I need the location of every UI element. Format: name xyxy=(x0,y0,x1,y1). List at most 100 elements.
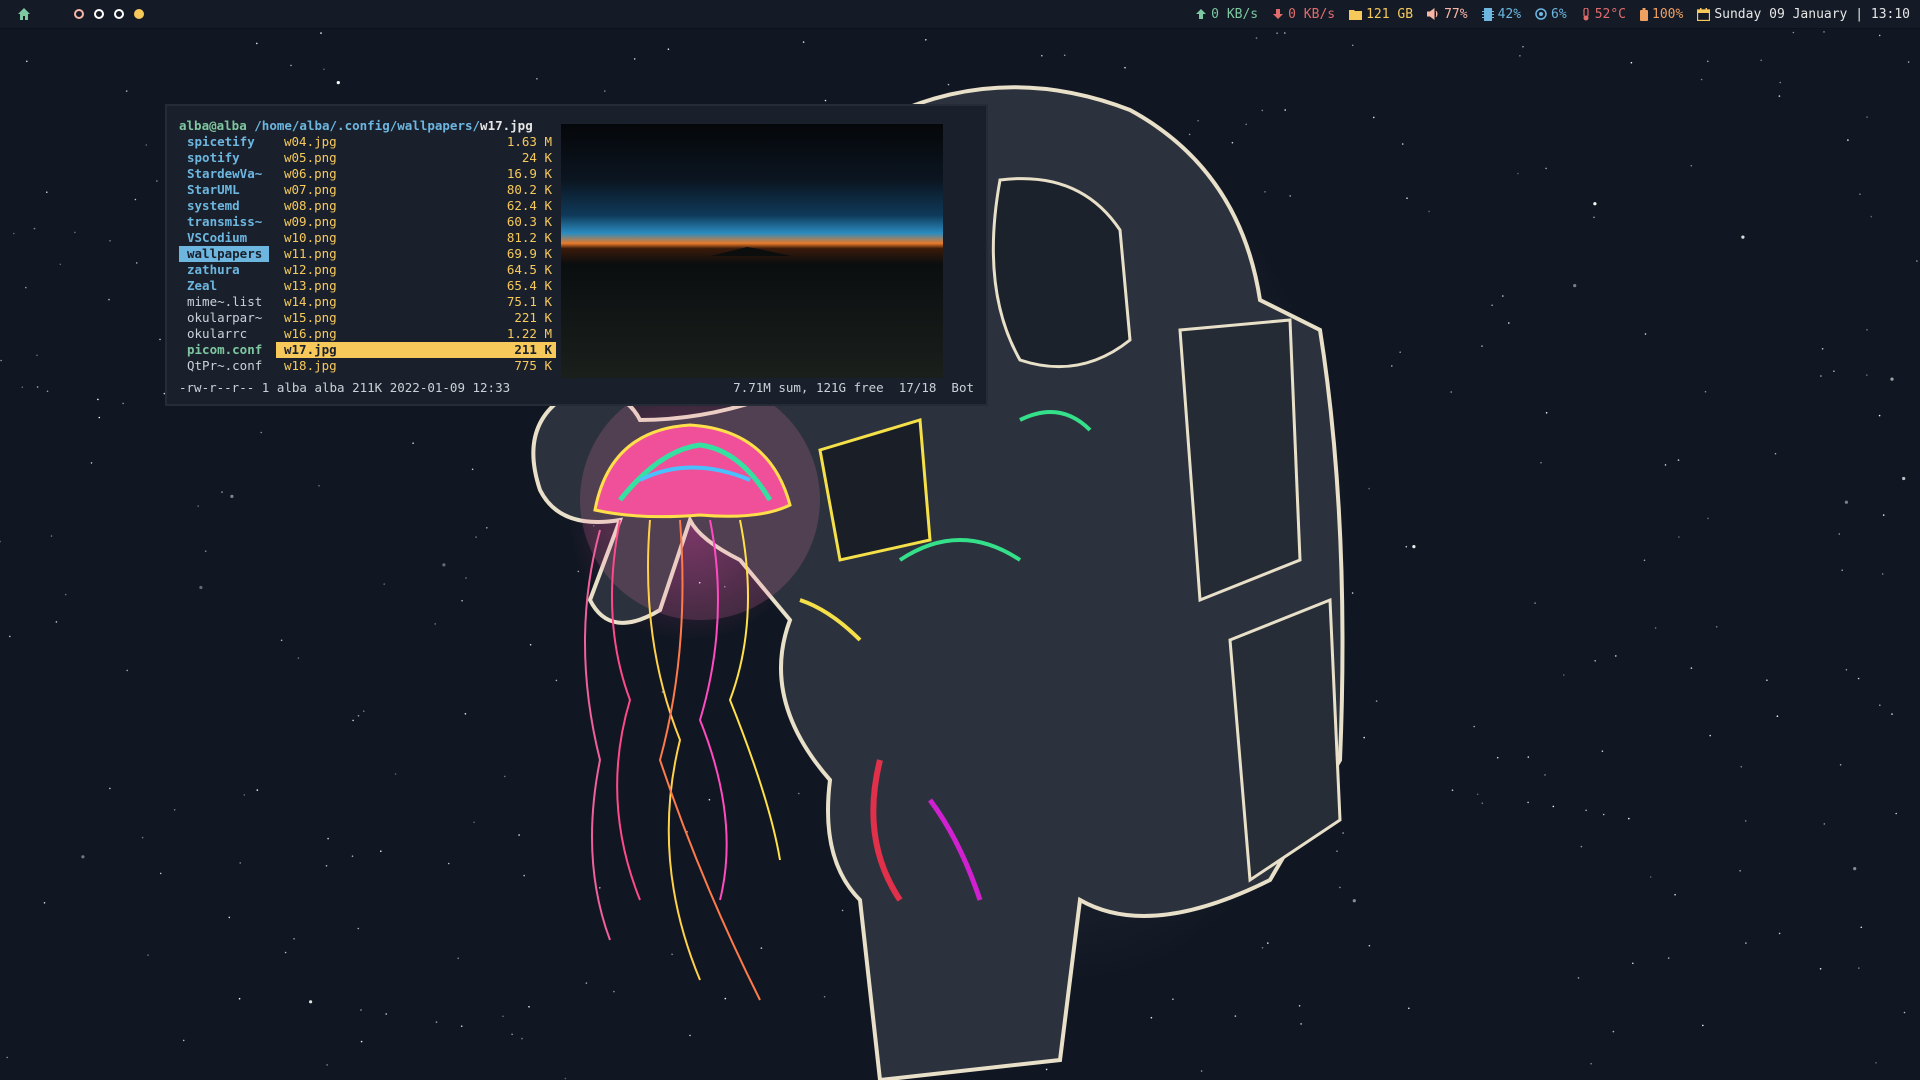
clock[interactable]: Sunday 09 January | 13:10 xyxy=(1697,7,1910,22)
star xyxy=(1375,700,1378,702)
star xyxy=(230,494,234,498)
star xyxy=(383,583,386,585)
file-entry[interactable]: w16.png 1.22 M xyxy=(276,326,556,342)
star xyxy=(1450,391,1452,393)
star xyxy=(555,679,558,682)
dir-entry[interactable]: StardewVa~ xyxy=(179,166,269,182)
star xyxy=(255,42,258,45)
file-entry[interactable]: w17.jpg 211 K xyxy=(276,342,556,358)
star xyxy=(280,639,283,642)
star xyxy=(1792,31,1795,34)
dir-entry[interactable]: spicetify xyxy=(179,134,269,150)
star xyxy=(297,657,300,659)
star xyxy=(1778,932,1781,935)
star xyxy=(1473,725,1475,728)
thermometer-icon xyxy=(1583,7,1589,20)
dir-entry[interactable]: VSCodium xyxy=(179,230,269,246)
star xyxy=(318,484,320,487)
home-icon[interactable] xyxy=(16,6,32,22)
file-name: w06.png xyxy=(284,166,337,181)
workspace-1[interactable] xyxy=(74,9,84,19)
star xyxy=(46,191,48,193)
star xyxy=(239,862,241,864)
star xyxy=(486,527,488,529)
memory-usage: 42% xyxy=(1481,7,1521,22)
file-entry[interactable]: w15.png 221 K xyxy=(276,310,556,326)
file-entry[interactable]: w09.png 60.3 K xyxy=(276,214,556,230)
file-entry[interactable]: w04.jpg 1.63 M xyxy=(276,134,556,150)
star xyxy=(360,1009,362,1011)
star xyxy=(1601,750,1604,752)
star xyxy=(1231,141,1234,144)
star xyxy=(1741,235,1745,239)
dir-entry[interactable]: spotify xyxy=(179,150,269,166)
star xyxy=(667,48,670,50)
dir-entry[interactable]: systemd xyxy=(179,198,269,214)
file-manager-window[interactable]: alba@alba /home/alba/.config/wallpapers/… xyxy=(165,104,988,406)
star xyxy=(1406,197,1408,199)
file-entry[interactable]: w12.png 64.5 K xyxy=(276,262,556,278)
star xyxy=(1255,37,1258,39)
star xyxy=(26,60,28,63)
dir-entry[interactable]: QtPr~.conf xyxy=(179,358,269,374)
file-entry[interactable]: w05.png 24 K xyxy=(276,150,556,166)
file-info: -rw-r--r-- 1 alba alba 211K 2022-01-09 1… xyxy=(179,380,511,395)
dir-entry[interactable]: okularrc xyxy=(179,326,269,342)
star xyxy=(760,947,763,949)
workspace-3[interactable] xyxy=(114,9,124,19)
star xyxy=(147,954,149,956)
star xyxy=(50,535,53,537)
file-entry[interactable]: w18.jpg 775 K xyxy=(276,358,556,374)
file-entry[interactable]: w14.png 75.1 K xyxy=(276,294,556,310)
star xyxy=(521,1037,523,1040)
star xyxy=(671,953,673,956)
dir-entry[interactable]: Zeal xyxy=(179,278,269,294)
star xyxy=(323,68,325,71)
star xyxy=(1481,345,1483,347)
temperature-value: 52°C xyxy=(1594,6,1627,22)
file-entry[interactable]: w11.png 69.9 K xyxy=(276,246,556,262)
star xyxy=(1847,139,1849,141)
file-size: 69.9 K xyxy=(506,246,552,261)
star xyxy=(1502,295,1504,297)
star xyxy=(1339,886,1341,889)
dir-entry[interactable]: okularpar~ xyxy=(179,310,269,326)
file-entry[interactable]: w10.png 81.2 K xyxy=(276,230,556,246)
star xyxy=(1544,774,1546,776)
workspace-4[interactable] xyxy=(134,9,144,19)
star xyxy=(309,1000,313,1004)
star xyxy=(13,232,15,235)
star xyxy=(1508,322,1510,324)
star xyxy=(925,39,927,41)
star xyxy=(708,798,711,801)
file-entry[interactable]: w06.png 16.9 K xyxy=(276,166,556,182)
dir-entry[interactable]: StarUML xyxy=(179,182,269,198)
dir-entry[interactable]: picom.conf xyxy=(179,342,269,358)
dir-entry[interactable]: transmiss~ xyxy=(179,214,269,230)
star xyxy=(823,995,826,998)
star xyxy=(1391,365,1393,367)
star xyxy=(1823,823,1826,825)
star xyxy=(1580,845,1583,848)
workspace-2[interactable] xyxy=(94,9,104,19)
star xyxy=(1363,736,1365,739)
dir-entry[interactable]: wallpapers xyxy=(179,246,269,262)
file-entry[interactable]: w07.png 80.2 K xyxy=(276,182,556,198)
star xyxy=(43,902,46,904)
star xyxy=(1615,655,1617,657)
volume[interactable]: 77% xyxy=(1427,7,1468,22)
star xyxy=(1903,1011,1906,1014)
file-entry[interactable]: w13.png 65.4 K xyxy=(276,278,556,294)
star xyxy=(1373,116,1375,119)
file-entry[interactable]: w08.png 62.4 K xyxy=(276,198,556,214)
star xyxy=(156,180,158,182)
dir-entry[interactable]: zathura xyxy=(179,262,269,278)
star xyxy=(1630,61,1633,64)
star xyxy=(1766,679,1768,681)
star xyxy=(1844,500,1848,504)
star xyxy=(320,32,322,34)
star xyxy=(841,909,844,912)
star xyxy=(1405,545,1408,548)
dir-entry[interactable]: mime~.list xyxy=(179,294,269,310)
star xyxy=(1857,677,1860,680)
